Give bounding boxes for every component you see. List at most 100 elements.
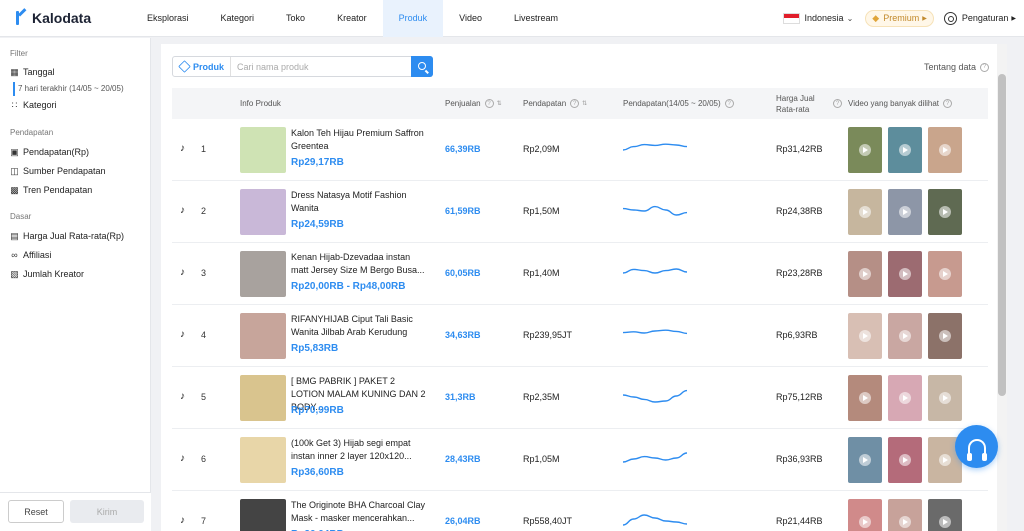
settings-button[interactable]: Pengaturan ▶ (943, 11, 1016, 25)
video-thumbnail[interactable] (848, 313, 882, 359)
video-thumbnail[interactable] (848, 437, 882, 483)
rank-number: 7 (201, 516, 207, 526)
product-thumbnail[interactable] (240, 375, 286, 421)
avg-price-value: Rp6,93RB (776, 330, 818, 340)
play-icon (859, 268, 871, 280)
product-thumbnail[interactable] (240, 189, 286, 235)
premium-button[interactable]: ◆ Premium ▶ (865, 9, 934, 27)
top-videos (848, 127, 968, 173)
product-thumbnail[interactable] (240, 313, 286, 359)
header-pendapatan[interactable]: Pendapatan ? ⇅ (523, 88, 587, 119)
video-thumbnail[interactable] (888, 375, 922, 421)
reset-button[interactable]: Reset (8, 500, 64, 523)
table-row[interactable]: ♪ 1 Kalon Teh Hijau Premium Saffron Greent… (172, 119, 988, 181)
play-icon (859, 454, 871, 466)
top-videos (848, 437, 968, 483)
header-tren-pendapatan: Pendapatan(14/05 ~ 20/05) ? (623, 88, 734, 119)
filter-pendapatan[interactable]: ▣ Pendapatan(Rp) (10, 147, 89, 157)
table-row[interactable]: ♪ 3 Kenan Hijab-Dzevadaa instan matt Jerse… (172, 243, 988, 305)
caret-right-icon: ▶ (1011, 15, 1016, 22)
video-thumbnail[interactable] (928, 251, 962, 297)
nav-kategori[interactable]: Kategori (205, 0, 271, 37)
video-thumbnail[interactable] (888, 189, 922, 235)
video-thumbnail[interactable] (848, 189, 882, 235)
product-name[interactable]: Kenan Hijab-Dzevadaa instan matt Jersey … (291, 251, 426, 277)
video-thumbnail[interactable] (848, 127, 882, 173)
video-thumbnail[interactable] (888, 251, 922, 297)
about-data-link[interactable]: Tentang data ? (924, 62, 989, 72)
video-thumbnail[interactable] (848, 251, 882, 297)
product-name[interactable]: RIFANYHIJAB Ciput Tali Basic Wanita Jilb… (291, 313, 426, 339)
chevron-down-icon[interactable]: ⌄ (847, 14, 854, 23)
filter-sumber-pendapatan[interactable]: ◫ Sumber Pendapatan (10, 165, 105, 176)
product-name[interactable]: (100k Get 3) Hijab segi empat instan inn… (291, 437, 426, 463)
nav-toko[interactable]: Toko (270, 0, 321, 37)
play-icon (859, 516, 871, 528)
page-scrollbar[interactable] (997, 44, 1007, 531)
video-thumbnail[interactable] (848, 375, 882, 421)
sort-icon[interactable]: ⇅ (582, 100, 587, 107)
nav-eksplorasi[interactable]: Eksplorasi (131, 0, 205, 37)
play-icon (859, 330, 871, 342)
video-thumbnail[interactable] (928, 313, 962, 359)
sparkline-path (623, 514, 687, 526)
filter-jumlah-kreator[interactable]: ▧ Jumlah Kreator (10, 269, 84, 279)
nav-kreator[interactable]: Kreator (321, 0, 383, 37)
top-videos (848, 499, 968, 531)
video-thumbnail[interactable] (928, 499, 962, 531)
video-thumbnail[interactable] (928, 127, 962, 173)
box-icon: ◫ (10, 165, 19, 176)
product-thumbnail[interactable] (240, 251, 286, 297)
product-thumbnail[interactable] (240, 127, 286, 173)
customer-support-button[interactable] (955, 425, 998, 468)
product-name[interactable]: The Originote BHA Charcoal Clay Mask - m… (291, 499, 426, 525)
product-name[interactable]: Kalon Teh Hijau Premium Saffron Greentea (291, 127, 426, 153)
rank-number: 1 (201, 144, 207, 154)
filter-harga-jual[interactable]: ▤ Harga Jual Rata-rata(Rp) (10, 231, 124, 241)
video-thumbnail[interactable] (888, 499, 922, 531)
product-thumbnail[interactable] (240, 437, 286, 483)
kalodata-logo[interactable]: Kalodata (15, 10, 131, 26)
scrollbar-thumb[interactable] (998, 74, 1006, 396)
premium-label: Premium (883, 13, 920, 23)
top-videos (848, 189, 968, 235)
search-type-selector[interactable]: Produk (173, 57, 232, 76)
search-input[interactable] (231, 57, 412, 76)
table-row[interactable]: ♪ 4 RIFANYHIJAB Ciput Tali Basic Wanita Ji… (172, 305, 988, 367)
filter-affiliasi[interactable]: ∞ Affiliasi (10, 250, 51, 260)
product-price: Rp36,60RB (291, 467, 344, 478)
video-thumbnail[interactable] (928, 189, 962, 235)
help-icon: ? (484, 99, 494, 108)
country-selector[interactable]: Indonesia (805, 13, 844, 23)
filter-tanggal[interactable]: ▦ Tanggal (10, 67, 54, 77)
nav-produk[interactable]: Produk (382, 0, 444, 37)
header-penjualan[interactable]: Penjualan ? ⇅ (445, 88, 502, 119)
video-thumbnail[interactable] (888, 437, 922, 483)
video-thumbnail[interactable] (928, 375, 962, 421)
video-thumbnail[interactable] (848, 499, 882, 531)
filter-kategori[interactable]: ∷ Kategori (10, 100, 57, 110)
table-row[interactable]: ♪ 7 The Originote BHA Charcoal Clay Mask -… (172, 491, 988, 531)
help-icon: ? (980, 62, 989, 72)
sort-icon[interactable]: ⇅ (497, 100, 502, 107)
rank-number: 3 (201, 268, 207, 278)
filter-tren-pendapatan-label: Tren Pendapatan (23, 185, 93, 195)
filter-tren-pendapatan[interactable]: ▩ Tren Pendapatan (10, 185, 92, 195)
video-thumbnail[interactable] (888, 127, 922, 173)
play-icon (939, 144, 951, 156)
product-name[interactable]: Dress Natasya Motif Fashion Wanita (291, 189, 426, 215)
play-icon (939, 392, 951, 404)
date-range-value[interactable]: 7 hari terakhir (14/05 ~ 20/05) (13, 82, 124, 96)
top-videos (848, 313, 968, 359)
nav-livestream[interactable]: Livestream (498, 0, 574, 37)
play-icon (899, 454, 911, 466)
table-row[interactable]: ♪ 6 (100k Get 3) Hijab segi empat instan i… (172, 429, 988, 491)
kirim-button[interactable]: Kirim (70, 500, 144, 523)
video-thumbnail[interactable] (888, 313, 922, 359)
table-row[interactable]: ♪ 2 Dress Natasya Motif Fashion Wanita Rp24… (172, 181, 988, 243)
header-tren-pendapatan-label: Pendapatan(14/05 ~ 20/05) (623, 99, 721, 108)
search-button[interactable] (411, 56, 433, 77)
product-thumbnail[interactable] (240, 499, 286, 531)
table-row[interactable]: ♪ 5[ BMG PABRIK ] PAKET 2 LOTION MALAM KU… (172, 367, 988, 429)
nav-video[interactable]: Video (443, 0, 498, 37)
